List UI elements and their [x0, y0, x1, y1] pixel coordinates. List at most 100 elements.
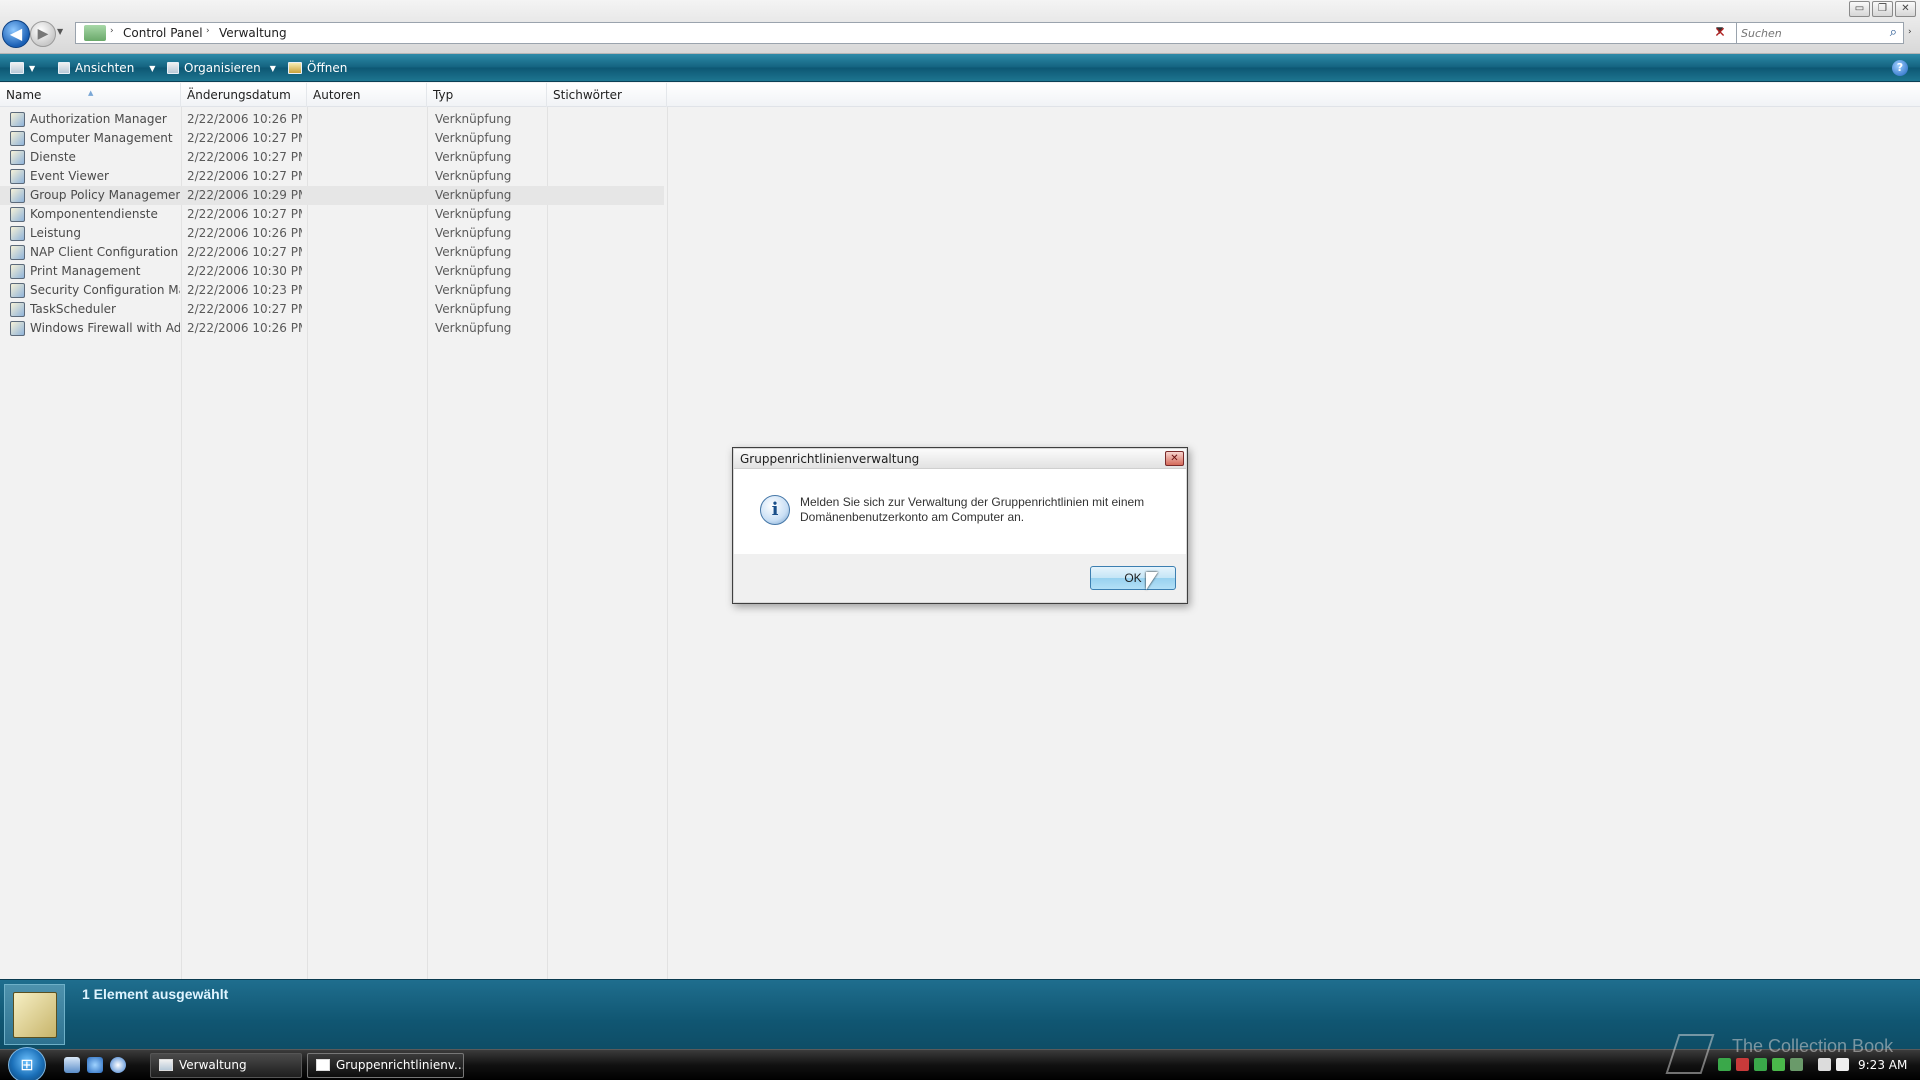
table-row[interactable]: Computer Management 2/22/2006 10:27 PM Ver…	[0, 129, 664, 148]
taskbar-item-verwaltung[interactable]: Verwaltung	[150, 1053, 302, 1078]
column-header-date[interactable]: Änderungsdatum	[181, 83, 307, 107]
file-name: TaskScheduler	[30, 302, 116, 316]
table-row[interactable]: TaskScheduler 2/22/2006 10:27 PM Verknüpfu…	[0, 300, 664, 319]
media-player-icon[interactable]	[110, 1057, 126, 1073]
table-row[interactable]: Dienste 2/22/2006 10:27 PM Verknüpfung	[0, 148, 664, 167]
file-type: Verknüpfung	[435, 112, 512, 126]
breadcrumb-control-panel[interactable]: Control Panel	[123, 26, 203, 40]
file-type: Verknüpfung	[435, 283, 512, 297]
organize-button[interactable]: Organisieren ▼	[167, 54, 276, 82]
shortcut-icon	[10, 112, 25, 127]
windows-logo-icon: ⊞	[20, 1055, 34, 1074]
start-button[interactable]: ⊞	[8, 1047, 46, 1080]
back-button[interactable]: ◀	[2, 20, 30, 48]
address-bar[interactable]: › Control Panel › Verwaltung ▼	[75, 22, 1738, 44]
forward-button[interactable]: ▶	[30, 21, 56, 47]
breadcrumb-verwaltung[interactable]: Verwaltung	[219, 26, 287, 40]
file-name: Authorization Manager	[30, 112, 167, 126]
dialog-window-icon	[316, 1059, 330, 1071]
file-date: 2/22/2006 10:26 PM	[187, 112, 302, 126]
file-name: Event Viewer	[30, 169, 109, 183]
table-row[interactable]: Leistung 2/22/2006 10:26 PM Verknüpfung	[0, 224, 664, 243]
sync-icon[interactable]	[1772, 1058, 1785, 1071]
organize-icon	[167, 62, 179, 74]
column-header-type[interactable]: Typ	[427, 83, 547, 107]
recent-pages-dropdown-icon[interactable]: ▼	[57, 27, 63, 36]
internet-explorer-icon[interactable]	[87, 1057, 103, 1073]
table-row[interactable]: NAP Client Configuration 2/22/2006 10:27 …	[0, 243, 664, 262]
dialog-close-button[interactable]: ✕	[1165, 451, 1184, 466]
views-button[interactable]: Ansichten ▼	[58, 54, 155, 82]
shortcut-icon	[10, 321, 25, 336]
table-row[interactable]: Print Management 2/22/2006 10:30 PM Verknü…	[0, 262, 664, 281]
file-date: 2/22/2006 10:27 PM	[187, 302, 302, 316]
taskbar-item-gruppenrichtlinien[interactable]: Gruppenrichtlinienv...	[307, 1053, 464, 1078]
help-icon[interactable]: ?	[1892, 60, 1908, 76]
group-policy-icon	[13, 992, 57, 1038]
window-icon	[10, 62, 24, 74]
open-button[interactable]: Öffnen	[288, 54, 347, 82]
message-dialog: Gruppenrichtlinienverwaltung ✕ i Melden …	[732, 447, 1188, 604]
command-toolbar: ▼ Ansichten ▼ Organisieren ▼ Öffnen ?	[0, 54, 1920, 82]
taskbar-item-label: Gruppenrichtlinienv...	[336, 1058, 464, 1072]
file-date: 2/22/2006 10:27 PM	[187, 169, 302, 183]
close-window-button[interactable]: ✕	[1895, 1, 1916, 17]
file-type: Verknüpfung	[435, 302, 512, 316]
shortcut-icon	[10, 302, 25, 317]
file-date: 2/22/2006 10:27 PM	[187, 150, 302, 164]
file-type: Verknüpfung	[435, 264, 512, 278]
search-icon[interactable]: ⌕	[1890, 25, 1897, 40]
view-layout-button[interactable]: ▼	[10, 54, 35, 82]
watermark: The Collection Book	[1732, 1036, 1894, 1056]
stop-refresh-icon[interactable]: ✕	[1711, 24, 1729, 42]
table-row[interactable]: Group Policy Management 2/22/2006 10:29 P…	[0, 186, 664, 205]
minimize-button[interactable]: ▭	[1849, 1, 1870, 17]
file-date: 2/22/2006 10:26 PM	[187, 226, 302, 240]
breadcrumb-separator-icon[interactable]: ›	[110, 26, 114, 36]
explorer-window-icon	[159, 1059, 173, 1071]
table-row[interactable]: Authorization Manager 2/22/2006 10:26 PM V…	[0, 110, 664, 129]
selection-status: 1 Element ausgewählt	[82, 986, 229, 1002]
file-name: Windows Firewall with Ad...	[30, 321, 180, 335]
dialog-message-line: Domänenbenutzerkonto am Computer an.	[800, 510, 1025, 524]
dialog-titlebar[interactable]: Gruppenrichtlinienverwaltung ✕	[734, 449, 1186, 469]
file-name: Print Management	[30, 264, 141, 278]
details-thumbnail	[4, 984, 65, 1045]
file-date: 2/22/2006 10:23 PM	[187, 283, 302, 297]
file-date: 2/22/2006 10:30 PM	[187, 264, 302, 278]
file-date: 2/22/2006 10:27 PM	[187, 131, 302, 145]
breadcrumb-separator-icon[interactable]: ›	[206, 26, 210, 36]
file-type: Verknüpfung	[435, 245, 512, 259]
open-icon	[288, 62, 302, 74]
file-name: NAP Client Configuration	[30, 245, 179, 259]
network-icon[interactable]	[1818, 1058, 1831, 1071]
ok-button[interactable]: OK	[1090, 566, 1176, 590]
search-input[interactable]	[1741, 25, 1871, 41]
table-row[interactable]: Windows Firewall with Ad... 2/22/2006 10:…	[0, 319, 664, 338]
file-date: 2/22/2006 10:27 PM	[187, 207, 302, 221]
search-box[interactable]: ⌕	[1736, 22, 1904, 44]
restore-button[interactable]: ❐	[1872, 1, 1893, 17]
file-name: Dienste	[30, 150, 76, 164]
network-sync-icon[interactable]	[1718, 1058, 1731, 1071]
column-header-keywords[interactable]: Stichwörter	[547, 83, 667, 107]
file-type: Verknüpfung	[435, 150, 512, 164]
column-header-authors-label: Autoren	[313, 88, 361, 102]
security-alert-icon[interactable]	[1736, 1058, 1749, 1071]
show-desktop-icon[interactable]	[64, 1057, 80, 1073]
taskbar: ⊞ Verwaltung Gruppenrichtlinienv... 9:23…	[0, 1047, 1920, 1080]
volume-icon[interactable]	[1836, 1058, 1849, 1071]
status-icon[interactable]	[1790, 1058, 1803, 1071]
update-icon[interactable]	[1754, 1058, 1767, 1071]
details-pane: 1 Element ausgewählt	[0, 979, 1920, 1049]
column-header-name[interactable]: ▲ Name	[0, 83, 181, 107]
file-name: Leistung	[30, 226, 81, 240]
table-row[interactable]: Komponentendienste 2/22/2006 10:27 PM Verk…	[0, 205, 664, 224]
shortcut-icon	[10, 226, 25, 241]
shortcut-icon	[10, 207, 25, 222]
chevron-right-icon[interactable]: ›	[1908, 27, 1912, 37]
file-type: Verknüpfung	[435, 321, 512, 335]
column-header-authors[interactable]: Autoren	[307, 83, 427, 107]
table-row[interactable]: Event Viewer 2/22/2006 10:27 PM Verknüpfun…	[0, 167, 664, 186]
table-row[interactable]: Security Configuration Ma... 2/22/2006 10…	[0, 281, 664, 300]
